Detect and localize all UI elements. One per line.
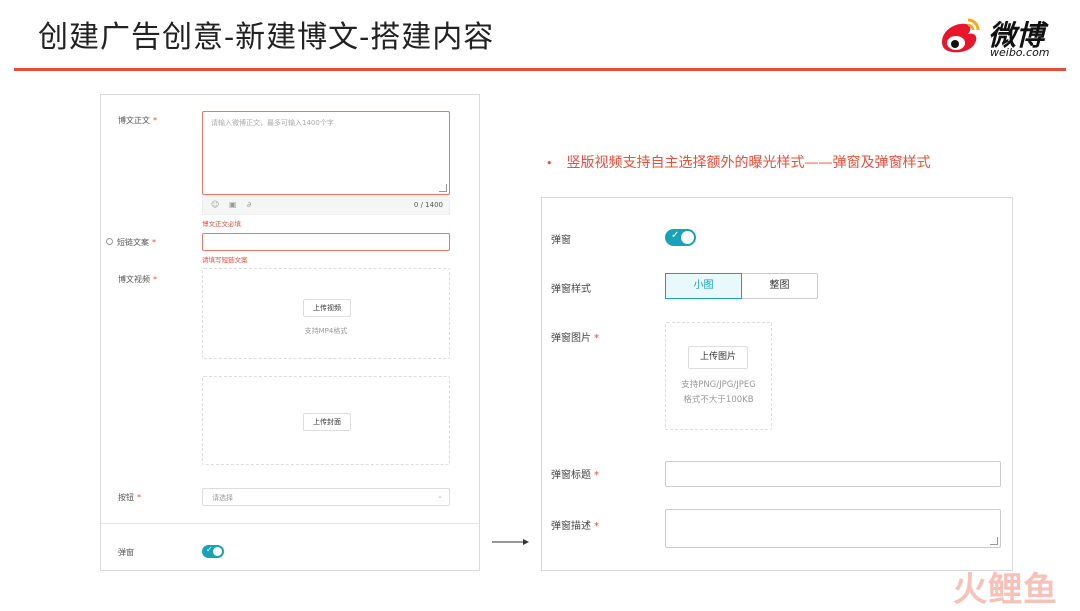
body-textarea[interactable]: 请输入微博正文，最多可输入1400个字 bbox=[202, 111, 450, 195]
upload-video-button[interactable]: 上传视频 bbox=[303, 299, 351, 317]
popup-toggle-right[interactable]: ✓ bbox=[665, 229, 696, 246]
popup-title-label: 弹窗标题 * bbox=[551, 470, 599, 481]
video-hint: 支持MP4格式 bbox=[304, 327, 348, 335]
body-counter: 0 / 1400 bbox=[413, 201, 443, 209]
popup-style-label: 弹窗样式 bbox=[551, 284, 591, 295]
weibo-eye-icon bbox=[942, 18, 980, 53]
video-upload-area[interactable]: 上传视频 支持MP4格式 bbox=[202, 268, 450, 359]
emoji-icon[interactable]: ☺ bbox=[211, 200, 219, 209]
popup-style-option-full[interactable]: 整图 bbox=[742, 274, 817, 298]
short-link-radio[interactable] bbox=[106, 238, 113, 245]
body-label: 博文正文 * bbox=[118, 116, 157, 125]
upload-image-button[interactable]: 上传图片 bbox=[688, 346, 748, 369]
right-form-panel: 弹窗 ✓ 弹窗样式 小图 整图 弹窗图片 * 上传图片 支持PNG/JPG/JPE… bbox=[541, 197, 1013, 571]
popup-title-input[interactable] bbox=[665, 461, 1001, 487]
watermark: 火鲤鱼 bbox=[953, 570, 1058, 610]
resize-handle-icon[interactable] bbox=[439, 184, 447, 192]
popup-style-segmented: 小图 整图 bbox=[665, 273, 818, 299]
toggle-knob bbox=[213, 547, 222, 556]
header-rule bbox=[14, 68, 1066, 71]
cover-upload-area[interactable]: 上传封面 bbox=[202, 376, 450, 465]
weibo-logo: 微博 weibo.com bbox=[938, 12, 1058, 62]
check-icon: ✓ bbox=[206, 545, 213, 554]
check-icon: ✓ bbox=[671, 230, 680, 241]
popup-style-option-small[interactable]: 小图 bbox=[665, 273, 742, 299]
section-divider bbox=[101, 523, 479, 524]
popup-image-label: 弹窗图片 * bbox=[551, 333, 599, 344]
video-label: 博文视频 * bbox=[118, 275, 157, 284]
chevron-down-icon: ⌄ bbox=[437, 492, 443, 500]
body-toolbar: ☺ ▣ ∂ 0 / 1400 bbox=[202, 195, 450, 215]
short-link-error: 请填写短链文案 bbox=[202, 256, 248, 264]
weibo-logo-sub: weibo.com bbox=[990, 46, 1050, 59]
image-icon[interactable]: ▣ bbox=[229, 200, 237, 209]
bullet-note: • 竖版视频支持自主选择额外的曝光样式——弹窗及弹窗样式 bbox=[546, 155, 931, 171]
upload-cover-button[interactable]: 上传封面 bbox=[303, 413, 351, 431]
popup-desc-label: 弹窗描述 * bbox=[551, 521, 599, 532]
popup-toggle[interactable]: ✓ bbox=[202, 545, 224, 558]
short-link-label: 短链文案 * bbox=[117, 238, 156, 247]
button-select[interactable]: 请选择 ⌄ bbox=[202, 488, 450, 506]
left-form-panel: 博文正文 * 请输入微博正文，最多可输入1400个字 ☺ ▣ ∂ 0 / 1400… bbox=[100, 94, 480, 571]
bullet-dot: • bbox=[546, 157, 553, 170]
popup-desc-textarea[interactable] bbox=[665, 509, 1001, 548]
link-icon[interactable]: ∂ bbox=[247, 200, 251, 209]
body-error: 博文正文必填 bbox=[202, 220, 241, 228]
resize-handle-icon[interactable] bbox=[990, 537, 998, 545]
popup-image-upload-area[interactable]: 上传图片 支持PNG/JPG/JPEG 格式不大于100KB bbox=[665, 322, 772, 430]
toggle-knob bbox=[681, 231, 694, 244]
button-select-placeholder: 请选择 bbox=[212, 494, 233, 502]
arrow-right-icon bbox=[492, 539, 529, 545]
body-placeholder: 请输入微博正文，最多可输入1400个字 bbox=[211, 119, 334, 127]
short-link-input[interactable] bbox=[202, 233, 450, 251]
image-hint-line1: 支持PNG/JPG/JPEG bbox=[681, 380, 756, 390]
popup-label-right: 弹窗 bbox=[551, 235, 571, 246]
slide-title: 创建广告创意-新建博文-搭建内容 bbox=[38, 20, 495, 55]
button-label: 按钮 * bbox=[118, 493, 141, 502]
popup-label: 弹窗 bbox=[118, 548, 134, 557]
image-hint-line2: 格式不大于100KB bbox=[683, 395, 754, 405]
